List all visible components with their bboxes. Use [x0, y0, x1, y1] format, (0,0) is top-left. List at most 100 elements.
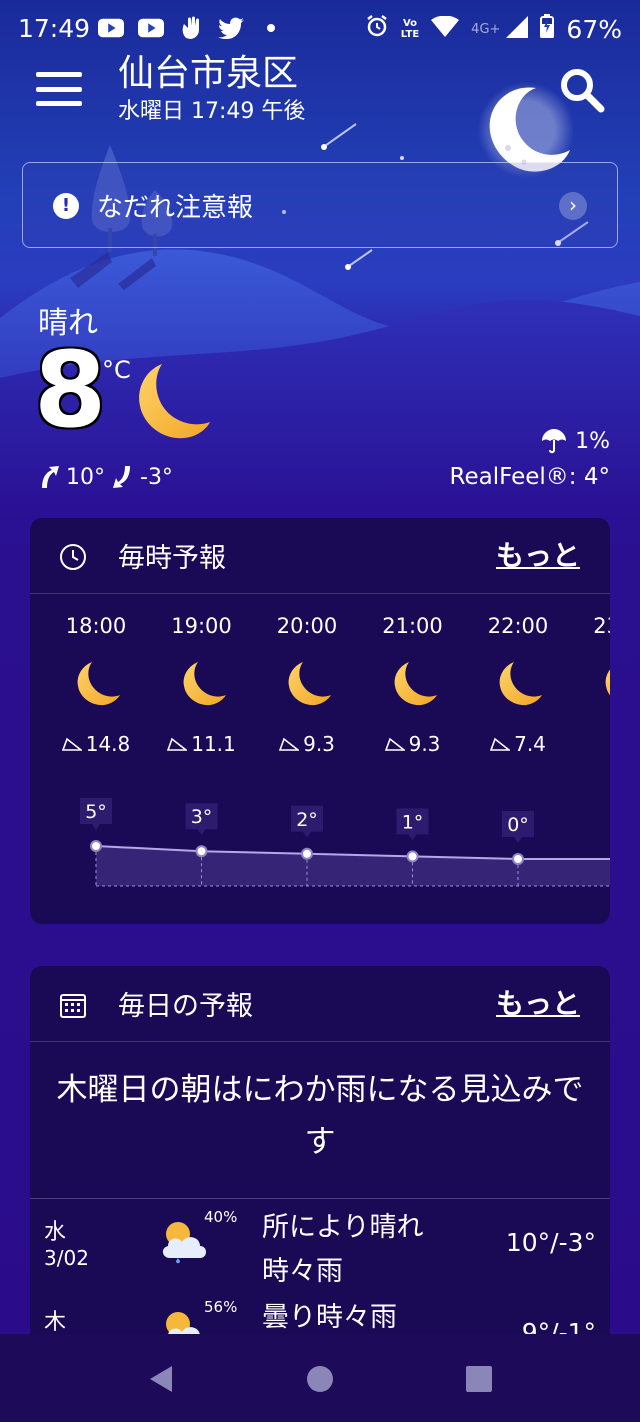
location-name[interactable]: 仙台市泉区 — [118, 44, 298, 96]
temperature-point: 2° — [291, 805, 323, 860]
wind-speed-value: 14.8 — [85, 732, 131, 756]
wind-speed-value: 9.3 — [408, 732, 441, 756]
day-date: 3/02 — [44, 1246, 89, 1270]
daily-forecast-title: 毎日の予報 — [118, 991, 253, 1022]
chevron-right-icon: › — [559, 192, 587, 220]
location-datetime: 水曜日 17:49 午後 — [118, 99, 306, 124]
temperature-dot — [301, 847, 313, 860]
notification-icons — [98, 16, 284, 40]
hour-time: 18:00 — [65, 614, 127, 638]
alert-text: なだれ注意報 — [97, 193, 254, 223]
temperature-label: 3° — [191, 806, 213, 828]
crescent-moon-icon — [499, 662, 542, 706]
hour-time: 22:00 — [487, 614, 549, 638]
daily-row[interactable]: 水 3/02 40% 所により晴れ時々雨 10°/-3° — [30, 1202, 610, 1292]
crescent-moon-icon — [605, 668, 610, 696]
volte-top-label: Vo — [402, 18, 418, 29]
recents-icon[interactable] — [464, 1364, 494, 1394]
high-temp-value: 10° — [66, 464, 105, 490]
wind-speed: 9.3 — [368, 732, 458, 756]
temperature-point: 5° — [80, 798, 112, 852]
status-bar: 17:49 Vo LTE 4G+ 67% — [0, 0, 640, 60]
crescent-moon-icon — [139, 364, 210, 439]
back-icon[interactable] — [146, 1364, 176, 1394]
arrow-down-icon — [113, 466, 130, 488]
daily-more-link[interactable]: もっと — [496, 982, 580, 1022]
day-name: 水 — [44, 1220, 67, 1245]
low-temperature: -3° — [112, 464, 173, 490]
day-temps: 10°/-3° — [505, 1228, 596, 1257]
wind-speed: 14.8 — [51, 732, 141, 756]
hourly-item[interactable]: 20:00 9.3 — [262, 614, 352, 756]
hour-time: 19:00 — [171, 614, 232, 638]
low-temp-value: -3° — [140, 464, 173, 490]
wind-speed: 7.4 — [473, 732, 563, 756]
crescent-moon-icon — [288, 662, 331, 706]
hourly-more-link[interactable]: もっと — [496, 534, 580, 574]
system-navigation-bar — [0, 1334, 640, 1422]
hourly-item[interactable]: 21:00 9.3 — [368, 614, 458, 756]
temperature-point: 1° — [396, 808, 429, 863]
hourly-item[interactable]: 18:00 14.8 — [51, 614, 141, 756]
network-type-label: 4G+ — [471, 21, 501, 37]
volte-icon: Vo LTE — [401, 18, 419, 40]
weather-alert-banner[interactable]: ! なだれ注意報 › — [22, 162, 618, 248]
wind-speed-value: 9.3 — [303, 732, 335, 756]
temperature-dot — [406, 850, 419, 863]
divider — [30, 1198, 610, 1199]
temperature-dot — [512, 853, 524, 865]
twitter-icon — [218, 16, 244, 40]
hourly-item[interactable]: 22:00 7.4 — [473, 614, 563, 756]
youtube-icon — [98, 16, 124, 40]
menu-bar-icon — [36, 86, 82, 92]
hourly-item[interactable]: 23:00 — [579, 614, 611, 746]
cell-signal-icon — [506, 15, 529, 44]
temperature-area — [96, 846, 610, 886]
arrow-up-icon — [42, 466, 59, 488]
hourly-temperature-graph: 5° 3° 2° 1° 0° — [80, 798, 610, 887]
menu-button[interactable] — [36, 72, 82, 106]
precipitation-chance: 1% — [541, 428, 610, 454]
wind-direction-icon — [167, 737, 188, 751]
status-time: 17:49 — [18, 14, 91, 43]
temperature-label: 5° — [85, 801, 107, 823]
wind-speed-value: 11.1 — [191, 732, 236, 756]
calendar-icon — [60, 994, 86, 1018]
temperature-label: 2° — [296, 809, 318, 831]
system-icons: Vo LTE 4G+ 67% — [365, 14, 622, 44]
temperature-dot — [195, 845, 208, 858]
day-condition: 所により晴れ時々雨 — [262, 1212, 424, 1287]
menu-bar-icon — [36, 72, 82, 77]
hourly-item[interactable]: 19:00 11.1 — [157, 614, 247, 756]
high-temperature: 10° — [38, 464, 105, 490]
current-temperature: 8 — [34, 329, 107, 451]
hour-time: 20:00 — [276, 614, 338, 638]
wind-direction-icon — [279, 737, 300, 751]
precip-percent: 56% — [204, 1298, 238, 1316]
menu-bar-icon — [36, 101, 82, 106]
volte-bottom-label: LTE — [400, 29, 420, 40]
temperature-dot — [90, 840, 102, 852]
wind-direction-icon — [490, 737, 511, 751]
precip-percent: 40% — [204, 1208, 238, 1226]
wind-direction-icon — [384, 737, 405, 751]
hourly-forecast-header: 毎時予報 もっと — [30, 518, 610, 594]
more-notifications-dot-icon — [258, 16, 284, 40]
daily-summary-text: 木曜日の朝はにわか雨になる見込みです — [56, 1072, 584, 1160]
crescent-moon-icon — [183, 662, 226, 706]
hour-time: 23:00 — [593, 614, 610, 638]
clock-icon — [60, 544, 86, 570]
youtube-icon — [138, 16, 164, 40]
wind-speed: 11.1 — [157, 732, 247, 756]
wind-speed — [579, 732, 611, 746]
crescent-moon-icon — [77, 662, 120, 706]
temperature-label: 0° — [507, 814, 529, 836]
temperature-point: 3° — [185, 803, 218, 858]
daily-forecast-header: 毎日の予報 もっと — [30, 966, 610, 1042]
battery-charging-icon — [540, 14, 555, 44]
wifi-icon — [431, 15, 460, 44]
home-icon[interactable] — [305, 1364, 335, 1394]
hourly-forecast-card: 毎時予報 もっと 18:00 14.8 19:00 11.1 20:00 9.3 21:00… — [30, 518, 610, 924]
day-name: 木 — [44, 1310, 67, 1335]
temperature-label: 1° — [402, 811, 424, 833]
